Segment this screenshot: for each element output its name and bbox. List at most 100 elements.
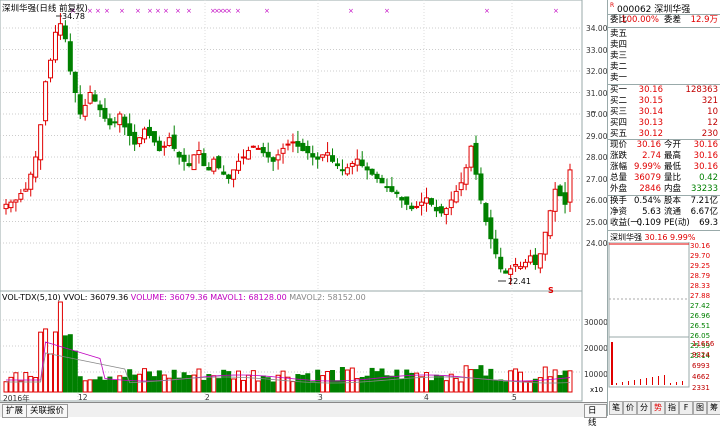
candle-body: [379, 177, 385, 184]
candle-body: [146, 126, 152, 136]
candle-body: [458, 182, 464, 191]
mini-volume-bar: [652, 377, 653, 385]
candle-body: [127, 123, 133, 136]
price-axis-tick: 28.00: [586, 153, 608, 162]
volume-bar: [428, 380, 434, 393]
panel-tool-button[interactable]: 价: [623, 401, 637, 415]
buy-row: 买一 30.16 128363: [610, 85, 718, 95]
high-price-label: 34.78: [62, 12, 85, 21]
candle-body: [557, 185, 563, 197]
candle-body: [305, 145, 311, 154]
candle-body: [344, 167, 350, 175]
candle-body: [137, 137, 143, 145]
volume-bar: [137, 373, 143, 393]
volume-bar: [72, 350, 78, 393]
candle-body: [87, 92, 93, 104]
candle-body: [414, 205, 420, 208]
candle-body: [424, 197, 430, 204]
volume-bar: [176, 377, 182, 393]
panel-tool-button[interactable]: 势: [651, 401, 665, 415]
candle-body: [433, 206, 439, 212]
mini-volume-tick: 11656: [692, 340, 715, 348]
volume-bar: [255, 380, 261, 393]
price-axis-tick: 24.00: [586, 239, 608, 248]
weicha-value: 12.9万: [690, 15, 718, 25]
candle-body: [320, 154, 326, 158]
panel-tool-button[interactable]: 图: [693, 401, 707, 415]
volume-bar: [67, 334, 73, 393]
panel-tool-button[interactable]: 分: [637, 401, 651, 415]
volume-bar: [458, 381, 464, 393]
date-axis-tick: 3: [318, 393, 323, 402]
candle-body: [166, 137, 172, 146]
candle-body: [473, 142, 479, 175]
volume-bar: [433, 374, 439, 393]
volume-bar: [87, 379, 93, 393]
volume-bar: [503, 381, 509, 393]
volume-bar: [493, 380, 499, 393]
candle-body: [82, 104, 88, 117]
candle-body: [122, 116, 128, 128]
volume-bar: [483, 375, 489, 393]
volume-bar: [221, 369, 227, 393]
volume-bar: [339, 367, 345, 393]
candle-body: [552, 188, 558, 212]
candle-body: [28, 173, 34, 190]
mini-price-tick: 29.70: [690, 252, 711, 260]
volume-axis-tick: 10000: [584, 370, 608, 379]
bottom-toolbar: 扩展 关联报价 日线: [0, 402, 607, 428]
candle-body: [374, 173, 380, 179]
panel-tool-button[interactable]: F: [679, 401, 693, 415]
quote-panel: R 000062 深圳华强 委比 100.00% 委差 12.9万 卖五 卖四 卖三…: [607, 0, 720, 416]
volume-bar: [62, 335, 68, 393]
volume-bar: [38, 331, 44, 393]
signal-x-mark: ×: [119, 7, 125, 15]
candle-body: [562, 192, 568, 205]
volume-bar: [414, 372, 420, 393]
candle-body: [236, 160, 242, 171]
kline-chart[interactable]: × × × × × × × × × × × ××××× × × × × × ×: [0, 0, 607, 402]
volume-bar: [270, 381, 276, 393]
volume-bar: [285, 376, 291, 393]
price-axis-tick: 25.00: [586, 217, 608, 227]
volume-bar: [112, 379, 118, 393]
candle-body: [77, 94, 83, 115]
volume-bar: [473, 369, 479, 393]
candle-body: [245, 150, 251, 160]
candle-body: [240, 156, 246, 159]
candle-body: [117, 113, 123, 126]
candle-body: [483, 203, 489, 223]
panel-tool-button[interactable]: 筹: [707, 401, 720, 415]
volume-bar: [409, 372, 415, 393]
signal-x-mark: ×: [175, 7, 181, 15]
volume-bar: [82, 380, 88, 393]
candle-body: [409, 205, 415, 210]
candle-body: [196, 150, 202, 156]
volume-axis-tick: 30000: [584, 318, 608, 327]
candle-body: [260, 147, 266, 154]
stat-row: 外盘 2846 内盘 33233: [610, 184, 718, 194]
candle-body: [438, 206, 444, 214]
panel-tool-button[interactable]: 笔: [609, 401, 623, 415]
buy-row: 买四 30.13 12: [610, 118, 718, 128]
candle-body: [300, 142, 306, 152]
mini-price-tick: 27.42: [690, 302, 711, 310]
mini-price-tick: 27.88: [690, 292, 711, 300]
candle-body: [369, 168, 375, 175]
panel-tool-button[interactable]: 指: [665, 401, 679, 415]
candle-body: [255, 147, 261, 150]
signal-x-mark: ×: [104, 7, 110, 15]
candle-body: [364, 166, 370, 171]
candle-body: [8, 201, 14, 209]
volume-bar: [211, 375, 217, 393]
volume-bar: [117, 375, 123, 393]
candle-body: [315, 156, 321, 160]
date-axis-tick: 5: [512, 393, 517, 402]
mini-volume-tick: 2331: [692, 384, 710, 392]
volume-bar: [280, 370, 286, 393]
candle-body: [389, 186, 395, 192]
candle-body: [399, 197, 405, 201]
sell-row: 卖二: [610, 62, 628, 72]
price-axis-tick: 26.00: [586, 196, 608, 205]
candle-body: [92, 94, 98, 102]
